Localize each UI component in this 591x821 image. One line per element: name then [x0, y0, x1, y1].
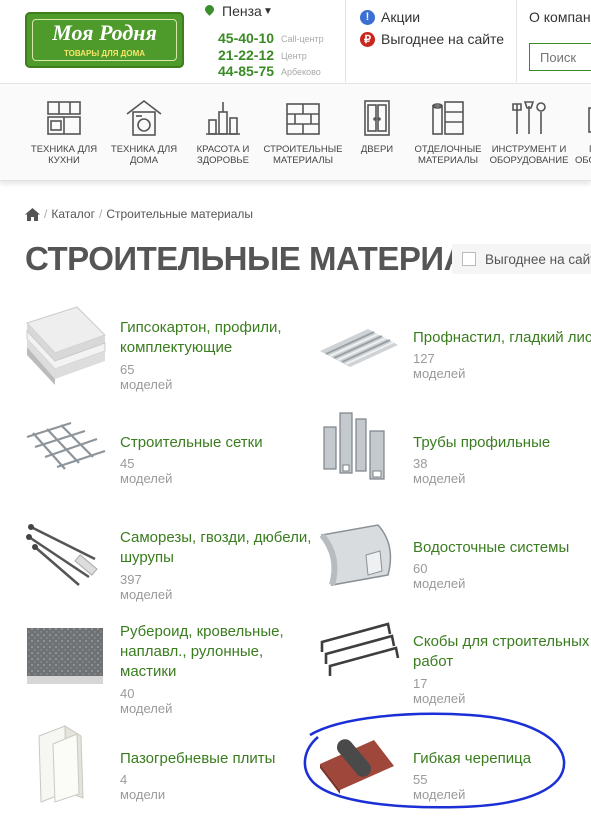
tools-icon [512, 101, 546, 134]
drywall-image [26, 306, 106, 385]
category-name: Пазогребневые плиты [120, 750, 276, 767]
caret-down-icon[interactable]: ▼ [263, 6, 273, 17]
bricks-icon [286, 103, 320, 135]
category-name: Скобы для строительных работ [413, 633, 590, 670]
category-count: 127 моделей [413, 351, 466, 381]
nav-item-tools-equipment[interactable]: ИНСТРУМЕНТ И ОБОРУДОВАНИЕ [486, 84, 572, 180]
phone-center[interactable]: 21-22-12 [218, 47, 274, 63]
profiled-sheet-image [320, 329, 398, 367]
deal-filter[interactable]: Выгоднее на сайте [452, 244, 591, 274]
category-name: Трубы профильные [413, 434, 551, 451]
construction-staples-image [320, 622, 400, 676]
breadcrumb-separator: / [98, 207, 103, 221]
page-title: СТРОИТЕЛЬНЫЕ МАТЕРИАЛЫ [25, 240, 522, 277]
breadcrumb: / Каталог / Строительные материалы [25, 207, 253, 221]
about-link[interactable]: О компании [529, 9, 591, 25]
phone-label-center: Центр [281, 51, 307, 61]
ruble-icon: ₽ [360, 31, 375, 47]
city-selector[interactable]: Пенза [222, 3, 262, 19]
category-name: Водосточные системы [413, 539, 570, 556]
category-name: Профнастил, гладкий лист [413, 329, 591, 346]
tongue-groove-slab-image [38, 725, 84, 803]
cosmetics-icon [206, 102, 240, 135]
category-name: Гипсокартон, профили, комплектующие [120, 319, 282, 356]
wallpaper-roll-icon [432, 101, 464, 135]
category-name: Рубероид, кровельные, наплавл., рулонные,… [120, 623, 284, 680]
nav-item-finishing-materials[interactable]: ОТДЕЛОЧНЫЕ МАТЕРИАЛЫ [410, 84, 486, 180]
header-divider [516, 0, 517, 82]
promo-link[interactable]: ! Акции [360, 9, 420, 25]
nav-label: ТЕХНИКА ДЛЯ КУХНИ [30, 144, 98, 166]
breadcrumb-current[interactable]: Строительные материалы [106, 207, 253, 221]
fasteners-image [26, 524, 98, 586]
gutter-image [319, 524, 392, 586]
nav-item-kitchen-appliances[interactable]: ТЕХНИКА ДЛЯ КУХНИ [24, 84, 104, 180]
nav-item-doors[interactable]: ДВЕРИ [344, 84, 410, 180]
deal-link-label: Выгоднее на сайте [381, 31, 505, 47]
phone-callcenter[interactable]: 45-40-10 [218, 30, 274, 46]
nav-item-home-appliances[interactable]: ТЕХНИКА ДЛЯ ДОМА [104, 84, 184, 180]
promo-link-label: Акции [381, 9, 421, 25]
category-name: Саморезы, гвозди, дюбели, шурупы [120, 529, 312, 566]
logo-tagline: ТОВАРЫ ДЛЯ ДОМА [63, 49, 146, 58]
category-count: 17 моделей [413, 676, 466, 706]
header-divider [345, 0, 346, 82]
exclamation-icon: ! [360, 9, 375, 25]
nav-label: ДВЕРИ [360, 144, 394, 155]
category-count: 65 моделей [120, 362, 173, 392]
nav-label: ИНСТРУМЕНТ И ОБОРУДОВАНИЕ [489, 144, 569, 166]
category-nav: ТЕХНИКА ДЛЯ КУХНИ ТЕХНИКА ДЛЯ ДОМА КРАСОТА… [0, 83, 591, 181]
profile-pipes-image [323, 412, 385, 480]
phone-label-arbekovo: Арбеково [281, 67, 321, 77]
nav-item-cutoff[interactable]: ПОБОРУ [575, 84, 591, 180]
logo-name: Моя Родня [52, 20, 157, 45]
home-icon[interactable] [25, 207, 40, 221]
category-count: 38 моделей [413, 456, 466, 486]
nav-item-building-materials[interactable]: СТРОИТЕЛЬНЫЕ МАТЕРИАЛЫ [262, 84, 344, 180]
nav-label: КРАСОТА И ЗДОРОВЬЕ [196, 144, 250, 166]
deal-filter-label: Выгоднее на сайте [485, 251, 591, 267]
category-count: 45 моделей [120, 456, 173, 486]
nav-label: ТЕХНИКА ДЛЯ ДОМА [110, 144, 178, 166]
door-icon [364, 100, 390, 136]
category-count: 397 моделей [120, 572, 173, 602]
site-logo[interactable]: Моя Родня ТОВАРЫ ДЛЯ ДОМА [25, 12, 184, 68]
deal-filter-checkbox[interactable] [462, 252, 476, 266]
nav-label: ПОБОРУ [575, 144, 591, 166]
category-name: Строительные сетки [120, 434, 263, 451]
mesh-image [26, 421, 106, 470]
nav-label: ОТДЕЛОЧНЫЕ МАТЕРИАЛЫ [414, 144, 482, 166]
phone-arbekovo[interactable]: 44-85-75 [218, 63, 274, 79]
search-input[interactable] [529, 43, 591, 71]
equipment-icon [588, 107, 591, 133]
deal-link[interactable]: ₽ Выгоднее на сайте [360, 31, 504, 47]
nav-item-beauty-health[interactable]: КРАСОТА И ЗДОРОВЬЕ [184, 84, 262, 180]
category-count: 40 моделей [120, 686, 173, 716]
kitchen-icon [47, 101, 81, 135]
annotation-ellipse [303, 712, 566, 809]
breadcrumb-catalog[interactable]: Каталог [51, 207, 95, 221]
category-count: 4 модели [120, 772, 166, 802]
nav-label: СТРОИТЕЛЬНЫЕ МАТЕРИАЛЫ [263, 144, 343, 166]
breadcrumb-separator: / [44, 207, 48, 221]
category-count: 60 моделей [413, 561, 466, 591]
roofing-felt-image [27, 628, 103, 684]
washing-machine-icon [126, 99, 162, 136]
phone-label-callcenter: Call-центр [281, 34, 324, 44]
location-pin-icon [203, 3, 216, 16]
